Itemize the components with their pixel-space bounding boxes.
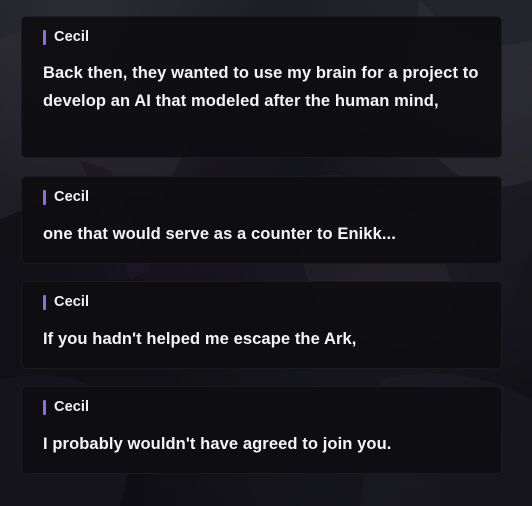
speaker-label: Cecil xyxy=(43,29,89,45)
dialogue-entry[interactable]: Cecil one that would serve as a counter … xyxy=(21,176,502,264)
dialogue-entry[interactable]: Cecil I probably wouldn't have agreed to… xyxy=(21,386,502,474)
speaker-name: Cecil xyxy=(54,29,90,45)
speaker-name: Cecil xyxy=(54,399,90,415)
speaker-name: Cecil xyxy=(54,189,90,205)
speaker-marker xyxy=(43,189,46,205)
dialogue-text: one that would serve as a counter to Eni… xyxy=(43,225,396,243)
speaker-label: Cecil xyxy=(43,189,89,205)
dialogue-entry[interactable]: Cecil Back then, they wanted to use my b… xyxy=(21,16,502,158)
dialogue-text: I probably wouldn't have agreed to join … xyxy=(43,435,392,453)
speaker-label: Cecil xyxy=(43,399,89,415)
speaker-marker xyxy=(43,29,46,45)
speaker-label: Cecil xyxy=(43,294,89,310)
dialogue-entry[interactable]: Cecil If you hadn't helped me escape the… xyxy=(21,281,502,369)
dialogue-text: Back then, they wanted to use my brain f… xyxy=(43,64,479,110)
speaker-marker xyxy=(43,294,46,310)
speaker-marker xyxy=(43,399,46,415)
dialogue-text: If you hadn't helped me escape the Ark, xyxy=(43,330,357,348)
speaker-name: Cecil xyxy=(54,294,90,310)
